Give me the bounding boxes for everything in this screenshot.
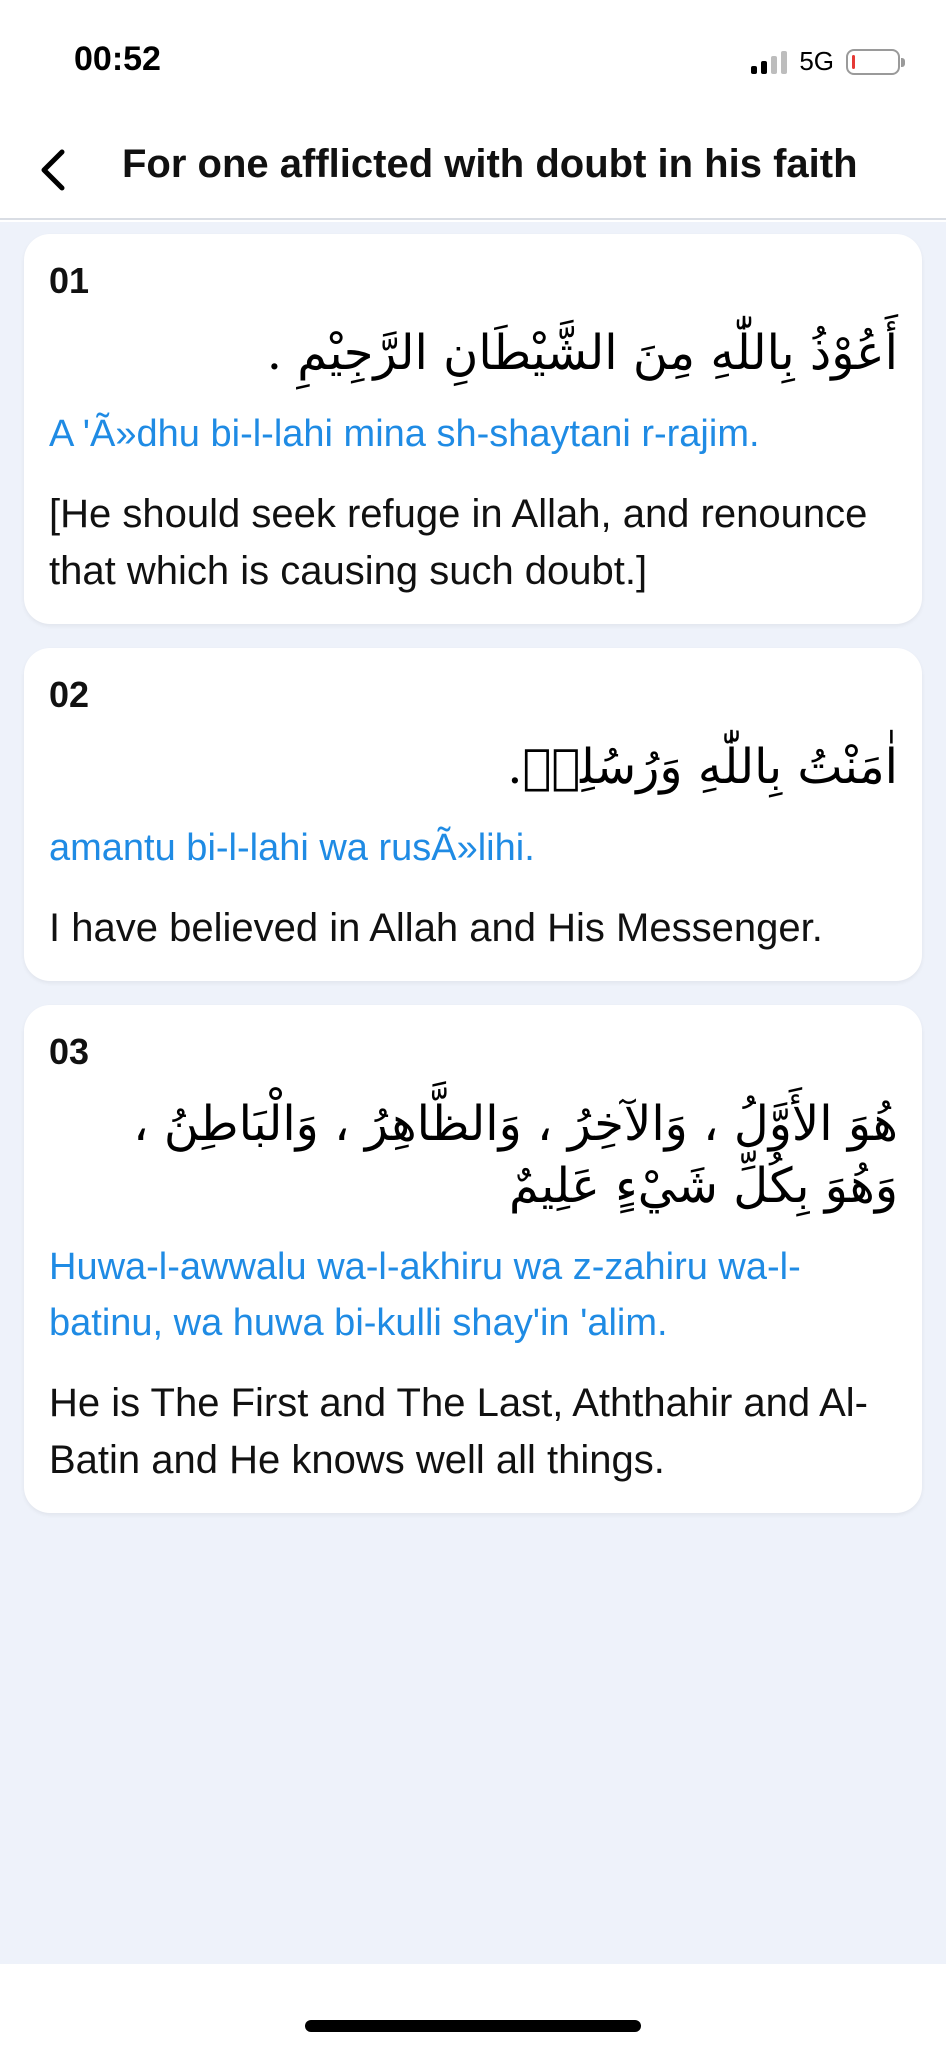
- dua-translation: [He should seek refuge in Allah, and ren…: [49, 492, 868, 593]
- dua-arabic: اٰمَنْتُ بِاللّٰهِ وَرُسُلِهٖ.: [507, 739, 898, 795]
- dua-transliteration: A 'Ã»dhu bi-l-lahi mina sh-shaytani r-ra…: [49, 413, 760, 455]
- battery-level: [852, 54, 855, 69]
- bottom-safe-area: [0, 1964, 946, 2048]
- dua-translation: I have believed in Allah and His Messeng…: [49, 906, 823, 950]
- battery-icon: [846, 48, 905, 75]
- chevron-left-icon: [41, 149, 65, 191]
- dua-list: 01 أَعُوْذُ بِاللّٰهِ مِنَ الشَّيْطَانِ …: [0, 222, 946, 1964]
- network-label: 5G: [799, 46, 834, 76]
- status-bar: 00:52 5G: [0, 0, 946, 120]
- dua-card-03: 03 هُوَ الأَوَّلُ ، وَالآخِرُ ، وَالظَّا…: [24, 1005, 922, 1513]
- dua-number: 03: [49, 1031, 90, 1072]
- dua-arabic: أَعُوْذُ بِاللّٰهِ مِنَ الشَّيْطَانِ الر…: [266, 325, 898, 381]
- navigation-bar: For one afflicted with doubt in his fait…: [0, 120, 946, 220]
- dua-card-01: 01 أَعُوْذُ بِاللّٰهِ مِنَ الشَّيْطَانِ …: [24, 234, 922, 624]
- page-title: For one afflicted with doubt in his fait…: [122, 142, 858, 186]
- dua-number: 01: [49, 260, 90, 301]
- home-indicator[interactable]: [305, 2020, 641, 2032]
- status-indicators: 5G: [751, 46, 905, 77]
- dua-number: 02: [49, 674, 90, 715]
- dua-transliteration: amantu bi-l-lahi wa rusÃ»lihi.: [49, 827, 535, 869]
- status-time: 00:52: [74, 40, 161, 78]
- dua-card-02: 02 اٰمَنْتُ بِاللّٰهِ وَرُسُلِهٖ. amantu…: [24, 648, 922, 981]
- dua-transliteration: Huwa-l-awwalu wa-l-akhiru wa z-zahiru wa…: [49, 1246, 801, 1344]
- dua-arabic: هُوَ الأَوَّلُ ، وَالآخِرُ ، وَالظَّاهِر…: [133, 1096, 898, 1214]
- back-button[interactable]: [22, 138, 86, 202]
- signal-icon: [751, 50, 788, 74]
- dua-translation: He is The First and The Last, Aththahir …: [49, 1381, 868, 1482]
